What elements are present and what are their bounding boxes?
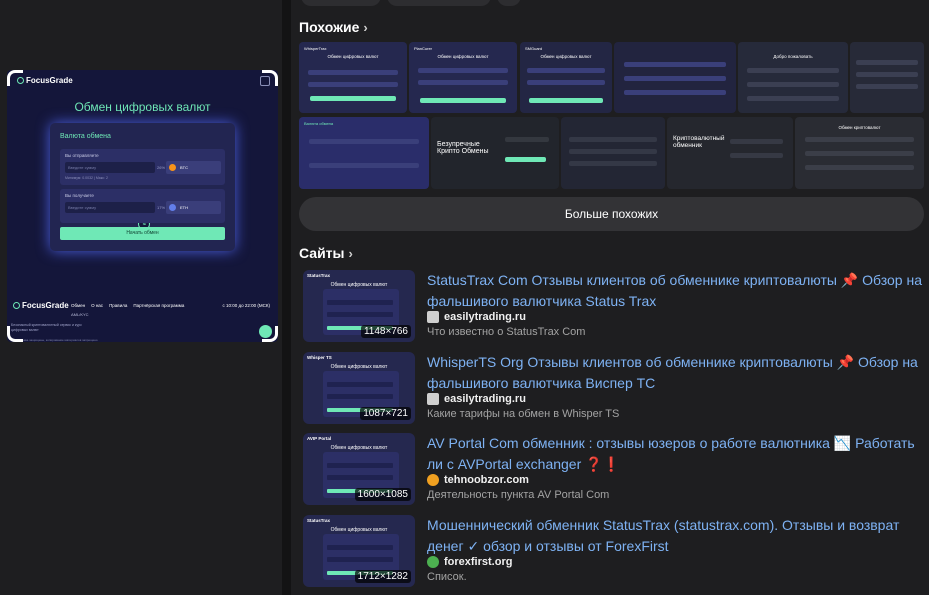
similar-thumb[interactable]: PlanCurer Обмен цифровых валют — [409, 42, 517, 113]
crop-corner-icon[interactable] — [262, 70, 278, 86]
chevron-right-icon: › — [348, 245, 353, 261]
logo-icon — [13, 302, 20, 309]
preview-footer-time: с 10:00 до 22:00 (МСК) — [222, 303, 270, 308]
result-source[interactable]: easilytrading.ru — [427, 393, 526, 405]
selected-image-preview[interactable]: FocusGrade Обмен цифровых валют Валюта о… — [7, 70, 278, 342]
sites-heading[interactable]: Сайты › — [299, 245, 353, 261]
image-size-badge: 1712×1282 — [354, 570, 411, 583]
panel-divider — [282, 0, 291, 595]
crop-corner-icon[interactable] — [262, 326, 278, 342]
site-result: StatusTrax Обмен цифровых валют 1148×766… — [299, 270, 924, 346]
preview-panel: FocusGrade Обмен цифровых валют Валюта о… — [0, 0, 282, 595]
similar-thumb[interactable]: Безупречные Крипто Обмены — [431, 117, 559, 189]
filter-chip[interactable] — [497, 0, 521, 6]
result-source[interactable]: tehnoobzor.com — [427, 474, 529, 486]
results-panel: Похожие › WhisperTrax Обмен цифровых валю… — [291, 0, 929, 595]
similar-thumb[interactable]: Валюта обмена — [299, 117, 429, 189]
filter-chip[interactable] — [387, 0, 491, 6]
site-result: StatusTrax Обмен цифровых валют 1712×128… — [299, 515, 924, 591]
preview-get-field: Вы получаете Введите сумму 17% ETH — [60, 189, 225, 223]
similar-thumb[interactable]: WhisperTrax Обмен цифровых валют — [299, 42, 407, 113]
preview-get-currency: ETH — [166, 201, 221, 214]
result-description: Список. — [427, 571, 467, 583]
result-title-link[interactable]: WhisperTS Org Отзывы клиентов об обменни… — [427, 352, 927, 394]
btc-icon — [169, 164, 176, 171]
result-description: Какие тарифы на обмен в Whisper TS — [427, 408, 620, 420]
similar-thumb[interactable]: Криптовалютный обменник — [667, 117, 793, 189]
similar-thumb[interactable] — [614, 42, 736, 113]
crop-corner-icon[interactable] — [7, 326, 23, 342]
similar-thumb[interactable]: Обмен криптовалют — [795, 117, 924, 189]
image-search-page: FocusGrade Обмен цифровых валют Валюта о… — [0, 0, 929, 595]
preview-give-field: Вы отправляете Введите сумму 26% BTC Мин… — [60, 149, 225, 185]
similar-thumb[interactable] — [561, 117, 665, 189]
similar-thumb[interactable]: Добро пожаловать — [738, 42, 848, 113]
eth-icon — [169, 204, 176, 211]
preview-give-currency: BTC — [166, 161, 221, 174]
preview-logo: FocusGrade — [17, 76, 73, 85]
site-favicon-icon — [427, 556, 439, 568]
preview-submit-button: Начать обмен — [60, 227, 225, 240]
crop-corner-icon[interactable] — [7, 70, 23, 86]
result-title-link[interactable]: StatusTrax Com Отзывы клиентов об обменн… — [427, 270, 927, 312]
result-thumbnail[interactable]: StatusTrax Обмен цифровых валют 1148×766 — [303, 270, 415, 342]
result-source[interactable]: forexfirst.org — [427, 556, 512, 568]
preview-exchange-card: Валюта обмена Вы отправляете Введите сум… — [50, 123, 235, 251]
result-description: Что известно о StatusTrax Com — [427, 326, 586, 338]
site-result: Whisper TS Обмен цифровых валют 1087×721… — [299, 352, 924, 428]
site-result: AVIP Portal Обмен цифровых валют 1600×10… — [299, 433, 924, 509]
image-size-badge: 1148×766 — [360, 325, 411, 338]
result-source[interactable]: easilytrading.ru — [427, 311, 526, 323]
image-size-badge: 1600×1085 — [354, 488, 411, 501]
similar-thumb[interactable]: SMGuard Обмен цифровых валют — [520, 42, 612, 113]
result-title-link[interactable]: Мошеннический обменник StatusTrax (statu… — [427, 515, 927, 557]
preview-title: Обмен цифровых валют — [74, 100, 211, 114]
site-favicon-icon — [427, 474, 439, 486]
result-thumbnail[interactable]: AVIP Portal Обмен цифровых валют 1600×10… — [303, 433, 415, 505]
site-favicon-icon — [427, 393, 439, 405]
filter-chip[interactable] — [301, 0, 381, 6]
more-similar-button[interactable]: Больше похожих — [299, 197, 924, 231]
similar-heading[interactable]: Похожие › — [299, 19, 368, 35]
chevron-right-icon: › — [363, 19, 368, 35]
preview-footer-logo: FocusGrade — [13, 301, 69, 310]
result-thumbnail[interactable]: Whisper TS Обмен цифровых валют 1087×721 — [303, 352, 415, 424]
result-title-link[interactable]: AV Portal Com обменник : отзывы юзеров о… — [427, 433, 927, 475]
site-favicon-icon — [427, 311, 439, 323]
result-thumbnail[interactable]: StatusTrax Обмен цифровых валют 1712×128… — [303, 515, 415, 587]
preview-card-title: Валюта обмена — [60, 133, 111, 140]
preview-footer-nav: Обмен О нас Правила Партнёрская программ… — [71, 303, 185, 308]
result-description: Деятельность пункта AV Portal Com — [427, 489, 610, 501]
image-size-badge: 1087×721 — [360, 407, 411, 420]
similar-thumb[interactable] — [850, 42, 924, 113]
